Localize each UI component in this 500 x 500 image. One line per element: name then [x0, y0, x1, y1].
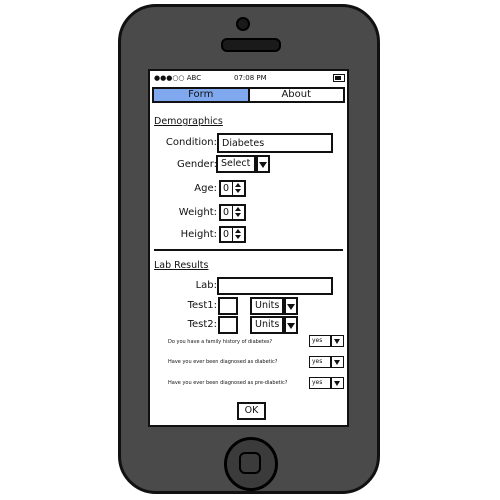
- battery-icon: [333, 74, 345, 82]
- question-3-answer: yes: [312, 379, 323, 386]
- gender-value: Select: [221, 158, 251, 169]
- chevron-down-icon: [259, 162, 267, 168]
- question-2-select[interactable]: yes: [309, 356, 331, 368]
- lab-results-heading: Lab Results: [154, 260, 209, 271]
- gender-dropdown-button[interactable]: [256, 155, 270, 173]
- home-button[interactable]: [224, 437, 278, 491]
- test2-label: Test2:: [187, 319, 217, 330]
- stepper-arrows-icon[interactable]: [232, 206, 244, 219]
- chevron-down-icon: [287, 323, 295, 329]
- demographics-heading: Demographics: [154, 116, 223, 127]
- section-divider: [154, 249, 343, 251]
- ok-button[interactable]: OK: [237, 402, 266, 420]
- age-value: 0: [223, 183, 230, 194]
- test1-units-value: Units: [255, 300, 280, 311]
- lab-input[interactable]: [217, 277, 333, 295]
- test1-units-select[interactable]: Units: [250, 297, 284, 315]
- test1-units-dropdown-button[interactable]: [284, 297, 298, 315]
- chevron-down-icon: [334, 339, 340, 344]
- test1-input[interactable]: [218, 297, 238, 315]
- test2-units-value: Units: [255, 319, 280, 330]
- lab-label: Lab:: [195, 280, 217, 291]
- gender-label: Gender:: [176, 159, 217, 170]
- speaker-grille: [221, 38, 281, 52]
- test2-units-select[interactable]: Units: [250, 316, 284, 334]
- age-label: Age:: [194, 183, 217, 194]
- stepper-arrows-icon[interactable]: [232, 228, 244, 241]
- question-diagnosed-prediabetic: Have you ever been diagnosed as pre-diab…: [168, 380, 288, 386]
- height-value: 0: [223, 229, 230, 240]
- question-family-history: Do you have a family history of diabetes…: [168, 339, 273, 345]
- height-label: Height:: [180, 229, 217, 240]
- app-screen: ●●●○○ ABC 07:08 PM Form About Demographi…: [148, 69, 349, 427]
- status-bar: ●●●○○ ABC 07:08 PM: [150, 71, 347, 85]
- carrier-signal: ●●●○○ ABC: [154, 74, 202, 82]
- home-square-icon: [239, 452, 261, 474]
- weight-label: Weight:: [178, 207, 217, 218]
- chevron-down-icon: [334, 381, 340, 386]
- height-stepper[interactable]: 0: [219, 226, 246, 243]
- condition-value: Diabetes: [222, 138, 265, 149]
- condition-label: Condition:: [165, 137, 217, 148]
- question-3-dropdown-button[interactable]: [331, 377, 344, 389]
- stepper-arrows-icon[interactable]: [232, 182, 244, 195]
- condition-input[interactable]: Diabetes: [217, 133, 333, 153]
- test2-units-dropdown-button[interactable]: [284, 316, 298, 334]
- weight-stepper[interactable]: 0: [219, 204, 246, 221]
- gender-select[interactable]: Select: [216, 155, 256, 173]
- weight-value: 0: [223, 207, 230, 218]
- test1-label: Test1:: [187, 300, 217, 311]
- chevron-down-icon: [287, 304, 295, 310]
- tab-about[interactable]: About: [250, 89, 344, 101]
- status-time: 07:08 PM: [234, 74, 267, 82]
- tab-bar: Form About: [152, 87, 345, 103]
- test2-input[interactable]: [218, 316, 238, 334]
- question-2-answer: yes: [312, 358, 323, 365]
- question-2-dropdown-button[interactable]: [331, 356, 344, 368]
- question-1-select[interactable]: yes: [309, 335, 331, 347]
- question-diagnosed-diabetic: Have you ever been diagnosed as diabetic…: [168, 359, 278, 365]
- tab-form[interactable]: Form: [154, 89, 250, 101]
- question-1-dropdown-button[interactable]: [331, 335, 344, 347]
- question-3-select[interactable]: yes: [309, 377, 331, 389]
- age-stepper[interactable]: 0: [219, 180, 246, 197]
- camera-icon: [236, 17, 250, 31]
- question-1-answer: yes: [312, 337, 323, 344]
- chevron-down-icon: [334, 360, 340, 365]
